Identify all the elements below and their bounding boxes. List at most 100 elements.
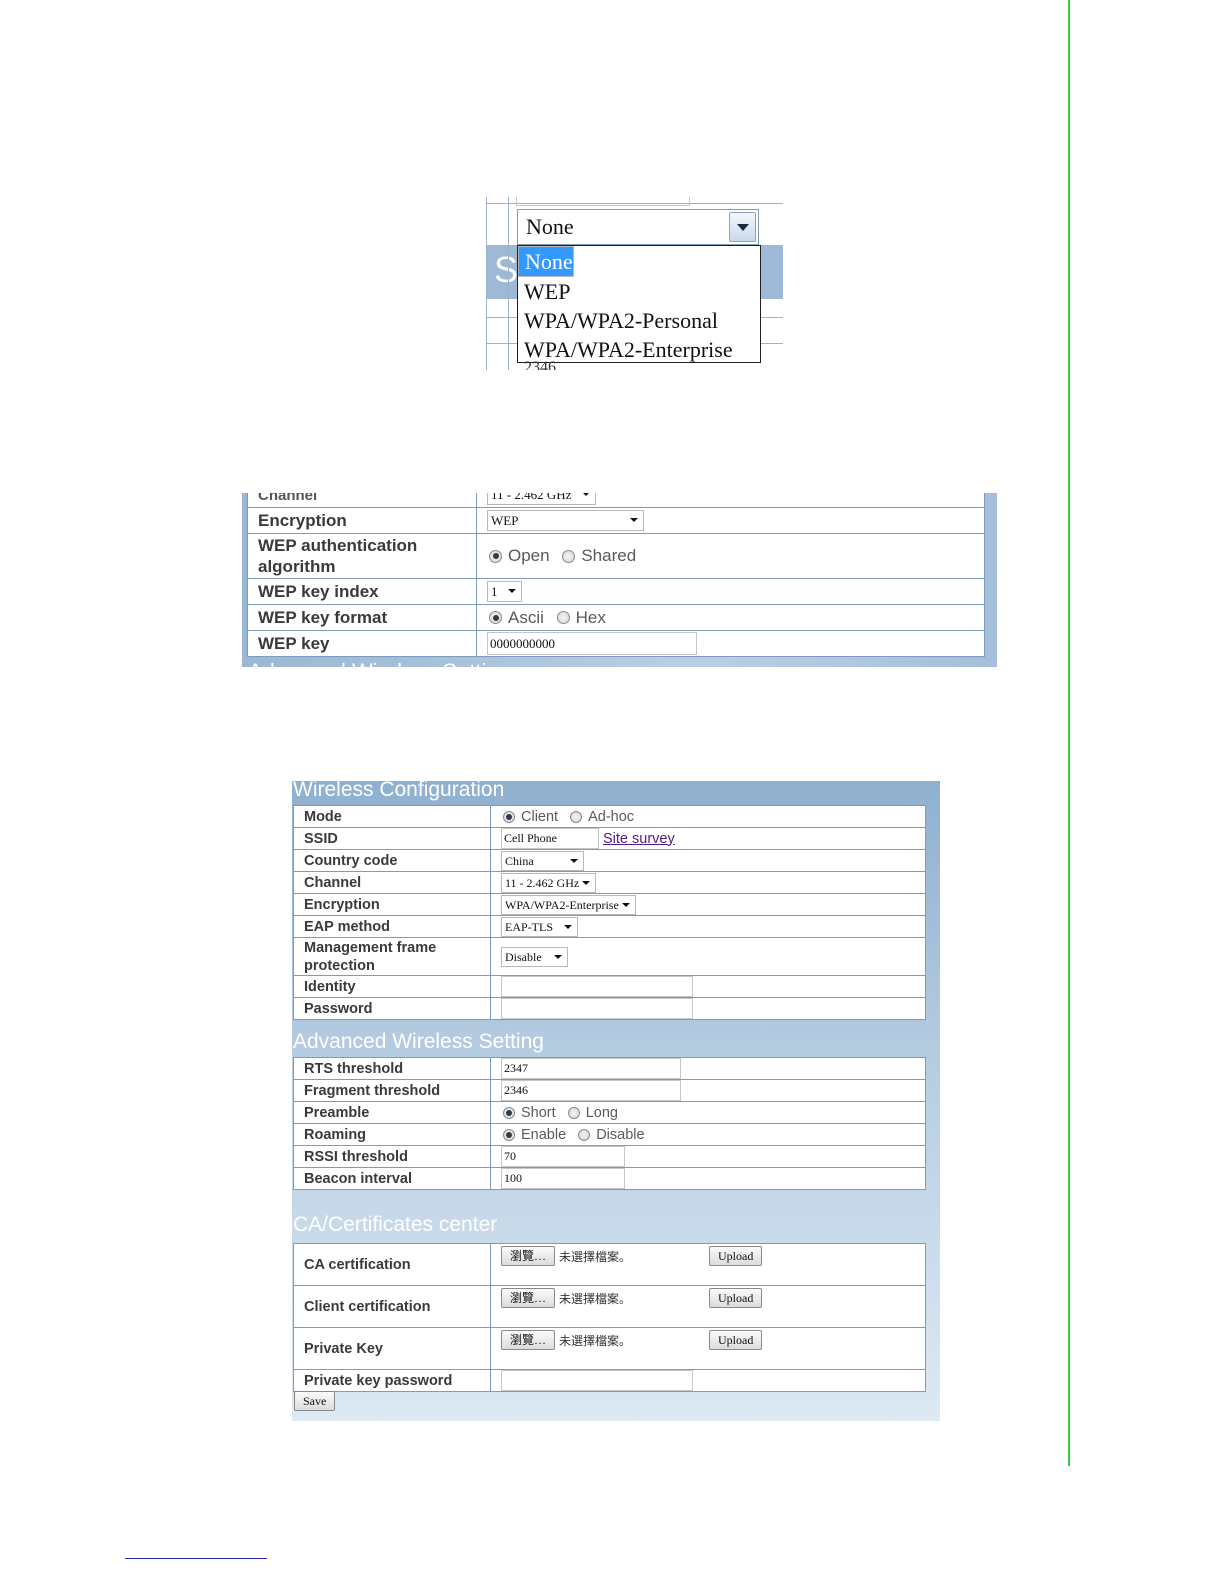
wep-key-cell: 0000000000 xyxy=(476,630,985,657)
ssid-cell: Cell Phone Site survey xyxy=(490,827,926,850)
roaming-enable-radio[interactable] xyxy=(503,1128,515,1141)
private-key-label: Private Key xyxy=(293,1327,491,1370)
preamble-long-radio[interactable] xyxy=(567,1106,580,1119)
fragment-threshold-cell: 2346 xyxy=(490,1079,926,1102)
identity-label: Identity xyxy=(293,975,491,998)
private-key-password-label: Private key password xyxy=(293,1369,491,1392)
ca-upload-button[interactable]: Upload xyxy=(709,1246,763,1266)
table-row: Mode Client Ad-hoc xyxy=(293,805,926,828)
identity-cell xyxy=(490,975,926,998)
private-key-upload-button[interactable]: Upload xyxy=(709,1330,763,1350)
table-row: RSSI threshold 70 xyxy=(293,1145,926,1168)
mode-label: Mode xyxy=(293,805,491,828)
beacon-interval-input[interactable]: 100 xyxy=(501,1168,625,1189)
country-code-select[interactable]: China xyxy=(501,850,584,871)
ca-browse-button[interactable]: 瀏覽… xyxy=(501,1246,556,1266)
client-browse-button[interactable]: 瀏覽… xyxy=(501,1288,556,1308)
auth-open-label: Open xyxy=(508,546,550,566)
eap-method-label: EAP method xyxy=(293,915,491,938)
encryption-dropdown-screenshot: S None None WEP WPA/WPA2-Personal WPA/WP… xyxy=(486,197,783,370)
preamble-short-radio[interactable] xyxy=(503,1106,515,1119)
format-ascii-radio[interactable] xyxy=(489,611,502,625)
cut-field-above xyxy=(516,197,690,206)
grid-line xyxy=(508,197,509,370)
identity-input[interactable] xyxy=(501,976,693,997)
save-button[interactable]: Save xyxy=(294,1391,336,1411)
mfp-cell: Disable xyxy=(490,937,926,976)
mode-client-radio[interactable] xyxy=(503,810,515,823)
private-key-password-input[interactable] xyxy=(501,1370,693,1391)
mfp-select[interactable]: Disable xyxy=(501,946,568,967)
encryption-select[interactable]: WEP xyxy=(487,510,644,531)
certificates-table: CA certification 瀏覽… 未選擇檔案。 Upload Client … xyxy=(293,1243,926,1392)
ssid-input[interactable]: Cell Phone xyxy=(501,828,599,849)
chevron-down-icon xyxy=(554,954,562,959)
table-row: Password xyxy=(293,997,926,1020)
roaming-disable-radio[interactable] xyxy=(578,1128,591,1141)
option-wep[interactable]: WEP xyxy=(518,277,760,306)
chevron-down-icon xyxy=(570,858,578,863)
roaming-cell: Enable Disable xyxy=(490,1123,926,1146)
preamble-label: Preamble xyxy=(293,1101,491,1124)
encryption-label: Encryption xyxy=(293,893,491,916)
channel-select[interactable]: 11 - 2.462 GHz xyxy=(501,872,596,893)
chevron-down-icon xyxy=(630,518,638,522)
auth-shared-radio[interactable] xyxy=(562,549,576,563)
rts-threshold-input[interactable]: 2347 xyxy=(501,1058,681,1079)
option-none[interactable]: None xyxy=(518,246,574,277)
rssi-threshold-label: RSSI threshold xyxy=(293,1145,491,1168)
country-code-label: Country code xyxy=(293,849,491,872)
auth-open-radio[interactable] xyxy=(489,549,502,563)
wep-key-label: WEP key xyxy=(247,630,477,657)
channel-select-value: 11 - 2.462 GHz xyxy=(491,493,572,502)
wep-key-format-label: WEP key format xyxy=(247,604,477,631)
wep-auth-label: WEP authentication algorithm xyxy=(247,533,477,579)
grid-line xyxy=(486,203,783,204)
channel-label: Channel xyxy=(293,871,491,894)
mfp-label: Management frame protection xyxy=(293,937,491,976)
encryption-cell: WEP xyxy=(476,507,985,534)
client-upload-button[interactable]: Upload xyxy=(709,1288,763,1308)
rssi-threshold-input[interactable]: 70 xyxy=(501,1146,625,1167)
chevron-down-icon xyxy=(737,224,749,231)
encryption-options-list[interactable]: None WEP WPA/WPA2-Personal WPA/WPA2-Ente… xyxy=(517,245,761,363)
wep-key-input[interactable]: 0000000000 xyxy=(487,632,697,655)
channel-select[interactable]: 11 - 2.462 GHz xyxy=(487,493,596,505)
dropdown-button[interactable] xyxy=(729,212,756,242)
mode-client-label: Client xyxy=(521,808,559,825)
private-key-browse-button[interactable]: 瀏覽… xyxy=(501,1330,556,1350)
private-key-password-cell xyxy=(490,1369,926,1392)
encryption-select[interactable]: None xyxy=(517,209,759,245)
wep-key-index-select[interactable]: 1 xyxy=(487,581,522,602)
wireless-configuration-table: Mode Client Ad-hoc SSID Cell Phone Site s… xyxy=(293,805,926,1020)
roaming-enable-label: Enable xyxy=(521,1126,567,1143)
fragment-threshold-input[interactable]: 2346 xyxy=(501,1080,681,1101)
table-row: EAP method EAP-TLS xyxy=(293,915,926,938)
wep-key-index-cell: 1 xyxy=(476,578,985,605)
certificates-center-title: CA/Certificates center xyxy=(293,1213,498,1236)
chevron-down-icon xyxy=(582,880,590,885)
format-hex-label: Hex xyxy=(575,607,606,627)
option-wpa-personal[interactable]: WPA/WPA2-Personal xyxy=(518,306,760,335)
roaming-label: Roaming xyxy=(293,1123,491,1146)
grid-line xyxy=(486,197,487,370)
format-hex-radio[interactable] xyxy=(556,611,570,625)
password-input[interactable] xyxy=(501,998,693,1019)
mode-adhoc-radio[interactable] xyxy=(570,810,583,823)
encryption-select[interactable]: WPA/WPA2-Enterprise xyxy=(501,894,636,915)
wep-key-index-value: 1 xyxy=(491,584,498,599)
table-row: RTS threshold 2347 xyxy=(293,1057,926,1080)
mfp-value: Disable xyxy=(505,949,542,964)
wep-settings-screenshot: Channel 11 - 2.462 GHz Encryption WEP WE… xyxy=(242,493,997,667)
beacon-interval-label: Beacon interval xyxy=(293,1167,491,1190)
chevron-down-icon xyxy=(622,902,630,907)
channel-cell: 11 - 2.462 GHz xyxy=(476,493,985,508)
site-survey-link[interactable]: Site survey xyxy=(603,831,675,847)
encryption-value: WPA/WPA2-Enterprise xyxy=(505,897,619,912)
rssi-threshold-cell: 70 xyxy=(490,1145,926,1168)
table-row: WEP authentication algorithm Open Shared xyxy=(247,533,985,579)
cut-field-below: 2346 xyxy=(524,359,556,370)
ca-certification-label: CA certification xyxy=(293,1243,491,1286)
eap-method-select[interactable]: EAP-TLS xyxy=(501,916,578,937)
preamble-long-label: Long xyxy=(585,1104,618,1121)
